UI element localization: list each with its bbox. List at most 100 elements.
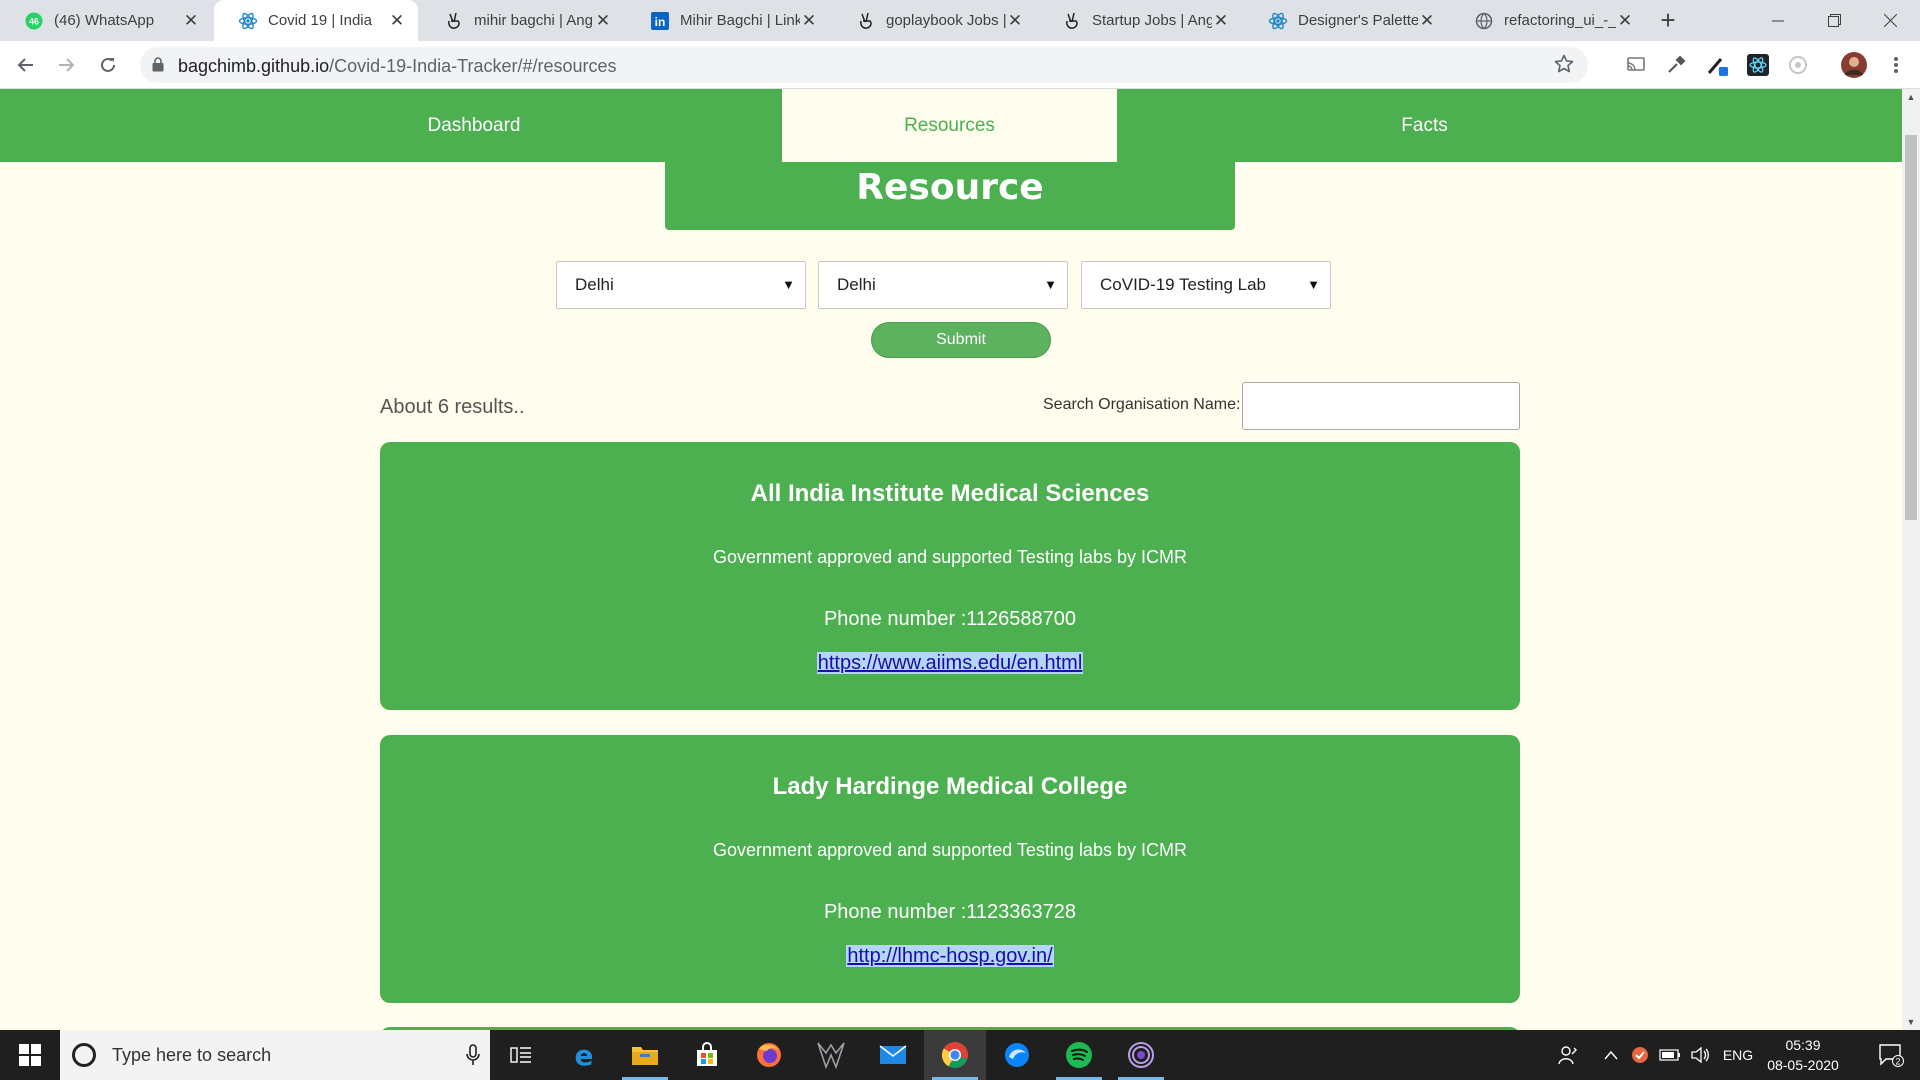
thunderbird-icon[interactable]: [986, 1030, 1048, 1080]
microsoft-store-icon[interactable]: [676, 1030, 738, 1080]
url-text: bagchimb.github.io/Covid-19-India-Tracke…: [178, 56, 617, 77]
tab-designers-palette[interactable]: Designer's Palette ✕: [1244, 0, 1448, 41]
dropdown-caret-icon: ▼: [1307, 277, 1320, 292]
nav-resources[interactable]: Resources: [782, 89, 1117, 162]
windows-logo-icon: [19, 1044, 41, 1066]
tab-refactoring-ui[interactable]: refactoring_ui_-_ac ✕: [1450, 0, 1646, 41]
action-center-icon[interactable]: 2: [1866, 1030, 1916, 1080]
angellist-icon: [444, 11, 464, 31]
task-view-icon[interactable]: [490, 1030, 552, 1080]
close-icon[interactable]: ✕: [800, 11, 818, 30]
tab-title: Designer's Palette: [1298, 12, 1418, 29]
organisation-phone: Phone number :1123363728: [823, 901, 1077, 923]
system-clock[interactable]: 05:39 08-05-2020: [1750, 1035, 1856, 1075]
tab-goplaybook-jobs[interactable]: goplaybook Jobs | ✕: [832, 0, 1036, 41]
close-icon[interactable]: ✕: [388, 11, 406, 30]
state-select[interactable]: Delhi ▼: [556, 261, 806, 309]
tab-whatsapp[interactable]: 46 (46) WhatsApp ✕: [0, 0, 212, 41]
results-count: About 6 results..: [380, 396, 525, 418]
close-icon[interactable]: ✕: [182, 11, 200, 30]
category-select-value: CoVID-19 Testing Lab: [1100, 275, 1267, 294]
taskbar-search-box[interactable]: Type here to search: [60, 1030, 490, 1080]
dropdown-caret-icon: ▼: [782, 277, 795, 292]
address-bar[interactable]: bagchimb.github.io/Covid-19-India-Tracke…: [140, 47, 1588, 83]
close-window-button[interactable]: [1862, 0, 1918, 41]
reload-button[interactable]: [92, 49, 124, 81]
antivirus-tray-icon[interactable]: [1626, 1030, 1654, 1080]
forward-arrow-icon: [59, 58, 75, 72]
minimize-icon: [1772, 20, 1784, 21]
show-hidden-icons-chevron[interactable]: [1598, 1030, 1624, 1080]
nav-facts[interactable]: Facts: [1117, 89, 1732, 162]
lock-icon[interactable]: [152, 57, 164, 77]
city-select[interactable]: Delhi ▼: [818, 261, 1068, 309]
profile-avatar[interactable]: [1840, 51, 1868, 79]
site-navbar: Dashboard Resources Facts: [0, 89, 1902, 162]
scroll-up-arrow-icon[interactable]: ▲: [1902, 89, 1920, 105]
react-icon: [238, 11, 258, 31]
organisation-description: Government approved and supported Testin…: [713, 547, 1187, 567]
predator-sense-icon[interactable]: [800, 1030, 862, 1080]
submit-button[interactable]: Submit: [871, 322, 1051, 358]
globe-icon: [1474, 11, 1494, 31]
start-button[interactable]: [0, 1030, 60, 1080]
more-menu-icon[interactable]: [1884, 53, 1908, 77]
people-icon[interactable]: [1550, 1030, 1586, 1080]
scrollbar-thumb[interactable]: [1905, 135, 1917, 520]
organisation-name: All India Institute Medical Sciences: [750, 480, 1150, 507]
battery-icon[interactable]: [1656, 1030, 1684, 1080]
pen-extension-icon[interactable]: [1706, 53, 1730, 77]
restore-icon: [1827, 14, 1841, 27]
tab-linkedin[interactable]: in Mihir Bagchi | Link ✕: [626, 0, 830, 41]
tab-covid-india[interactable]: Covid 19 | India ✕: [214, 0, 418, 41]
close-icon[interactable]: ✕: [1616, 11, 1634, 30]
circle-extension-icon[interactable]: [1786, 53, 1810, 77]
notification-count: 2: [1895, 1057, 1900, 1067]
react-icon: [1268, 11, 1288, 31]
close-icon: [1883, 14, 1897, 27]
whatsapp-badge: 46: [29, 16, 39, 26]
tab-angellist-profile[interactable]: mihir bagchi | Ang ✕: [420, 0, 624, 41]
svg-text:e: e: [575, 1041, 594, 1069]
bookmark-star-icon[interactable]: [1554, 54, 1574, 79]
restore-button[interactable]: [1806, 0, 1862, 41]
organisation-website-link[interactable]: https://www.aiims.edu/en.html: [816, 652, 1084, 674]
organisation-description: Government approved and supported Testin…: [713, 840, 1187, 860]
chrome-icon[interactable]: [924, 1030, 986, 1080]
scroll-down-arrow-icon[interactable]: ▼: [1902, 1014, 1920, 1030]
firefox-icon[interactable]: [738, 1030, 800, 1080]
search-organisation-input[interactable]: [1242, 382, 1520, 430]
tab-title: Mihir Bagchi | Link: [680, 12, 800, 29]
volume-icon[interactable]: [1686, 1030, 1714, 1080]
close-icon[interactable]: ✕: [1212, 11, 1230, 30]
organisation-website-link[interactable]: http://lhmc-hosp.gov.in/: [846, 945, 1054, 967]
cast-icon[interactable]: [1624, 53, 1648, 77]
taskbar-search-placeholder: Type here to search: [112, 1044, 272, 1065]
back-button[interactable]: [10, 49, 42, 81]
search-organisation-label: Search Organisation Name:: [1043, 396, 1241, 413]
mail-icon[interactable]: [862, 1030, 924, 1080]
category-select[interactable]: CoVID-19 Testing Lab ▼: [1081, 261, 1331, 309]
dropdown-caret-icon: ▼: [1044, 277, 1057, 292]
page-viewport: Dashboard Resources Facts Resource Delhi…: [0, 89, 1902, 1030]
tor-browser-icon[interactable]: [1110, 1030, 1172, 1080]
page-scrollbar[interactable]: ▲ ▼: [1902, 89, 1920, 1030]
close-icon[interactable]: ✕: [1006, 11, 1024, 30]
forward-button[interactable]: [50, 49, 82, 81]
edge-icon[interactable]: e: [553, 1030, 615, 1080]
close-icon[interactable]: ✕: [594, 11, 612, 30]
eyedropper-extension-icon[interactable]: [1664, 53, 1688, 77]
new-tab-button[interactable]: +: [1652, 5, 1684, 37]
file-explorer-icon[interactable]: [614, 1030, 676, 1080]
react-devtools-icon[interactable]: [1746, 53, 1770, 77]
microphone-icon[interactable]: [466, 1044, 480, 1071]
close-icon[interactable]: ✕: [1418, 11, 1436, 30]
windows-taskbar: Type here to search e ENG 05:39 08-05-20…: [0, 1030, 1920, 1080]
tab-title: refactoring_ui_-_ac: [1504, 12, 1616, 29]
minimize-button[interactable]: [1750, 0, 1806, 41]
angellist-icon: [1062, 11, 1082, 31]
tab-title: Covid 19 | India: [268, 12, 372, 29]
tab-startup-jobs[interactable]: Startup Jobs | Ang ✕: [1038, 0, 1242, 41]
spotify-icon[interactable]: [1048, 1030, 1110, 1080]
back-arrow-icon: [17, 58, 33, 72]
